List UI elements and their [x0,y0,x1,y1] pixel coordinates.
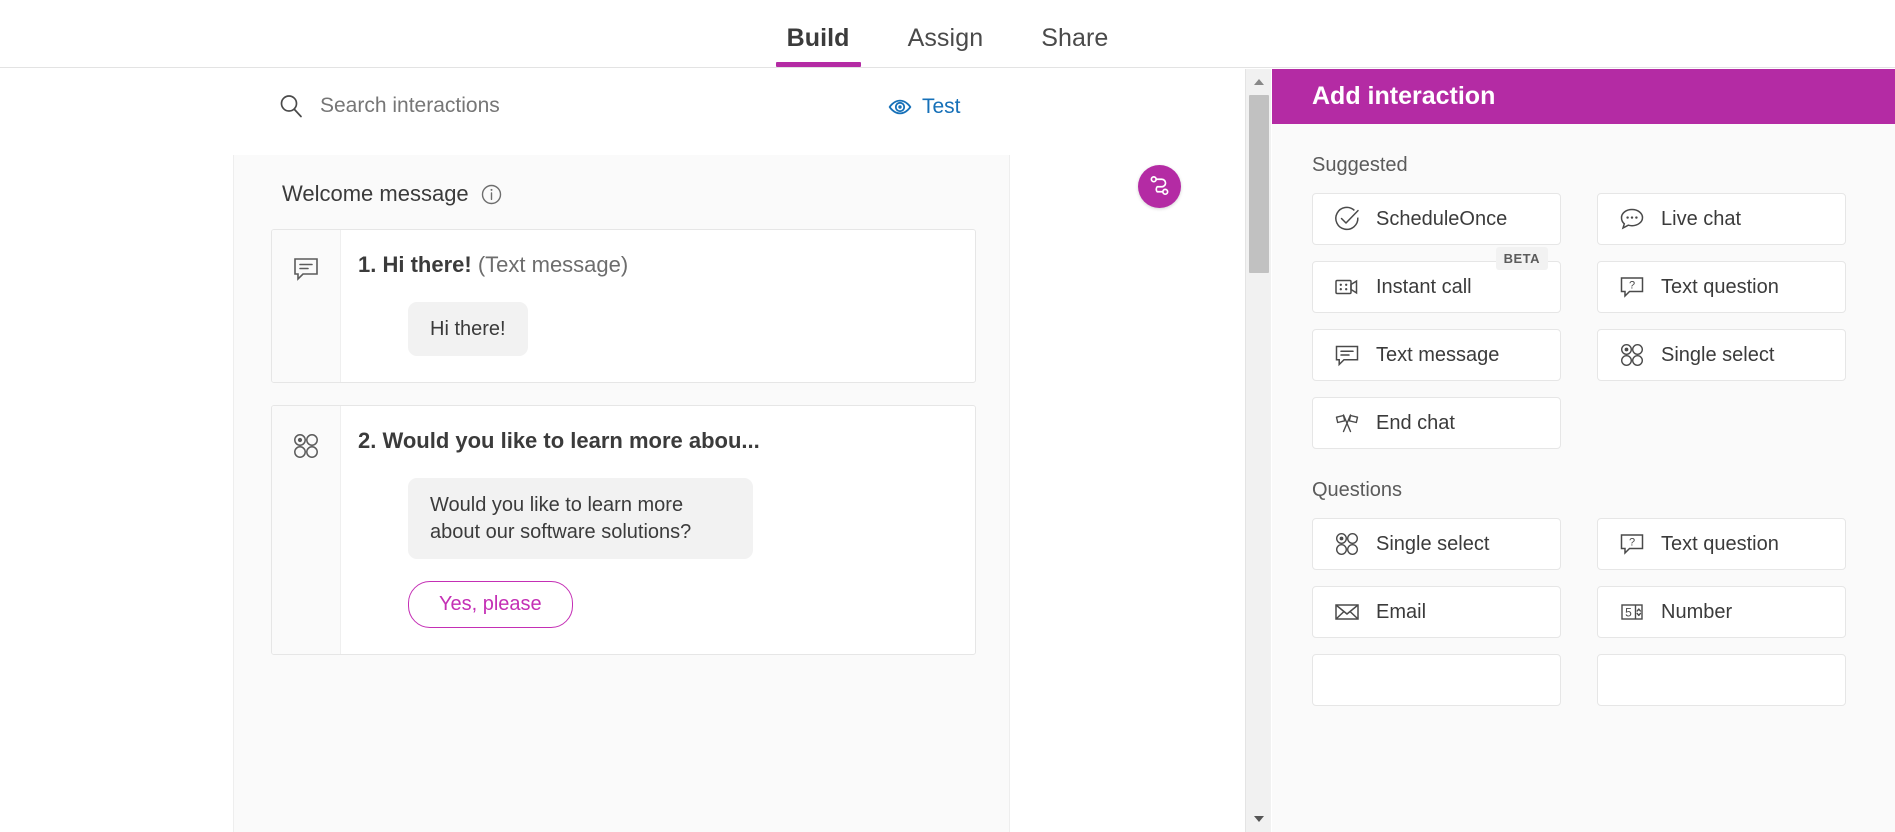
canvas-toolbar: Test [0,69,1245,139]
tile-single-select-suggested[interactable]: Single select [1597,329,1846,381]
tile-number[interactable]: 5 Number [1597,586,1846,638]
chat-bubble: Hi there! [408,302,528,356]
tile-live-chat[interactable]: Live chat [1597,193,1846,245]
eye-icon [888,95,912,119]
tile-label: Text question [1661,276,1779,299]
tile-text-message[interactable]: Text message [1312,329,1561,381]
card-body: 1. Hi there! (Text message) Hi there! [341,230,975,382]
tile-text-question[interactable]: ? Text question [1597,518,1846,570]
add-interaction-panel: Add interaction Suggested ScheduleOnce [1272,69,1895,832]
text-message-icon [1333,341,1361,369]
tile-label: Number [1661,601,1732,624]
build-work-area: Test Welcome message [0,69,1245,832]
envelope-icon [1333,598,1361,626]
tile-instant-call[interactable]: BETA Instant call [1312,261,1561,313]
triangle-down-icon [1253,810,1265,828]
card-title-name: 1. Hi there! [358,252,472,277]
tile-end-chat[interactable]: End chat [1312,397,1561,449]
top-tab-bar: Build Assign Share [0,0,1895,68]
video-call-icon [1333,273,1361,301]
tile-text-question-suggested[interactable]: ? Text question [1597,261,1846,313]
tab-build-label: Build [787,24,850,52]
tab-share[interactable]: Share [1012,24,1137,67]
tab-share-label: Share [1041,24,1108,52]
card-title-name: 2. Would you like to learn more abou... [358,428,760,453]
card-icon-column [272,230,341,382]
interaction-card-1[interactable]: 1. Hi there! (Text message) Hi there! [271,229,976,383]
search-input[interactable] [320,94,740,118]
tab-assign-label: Assign [908,24,984,52]
svg-text:?: ? [1629,537,1635,549]
tile-label: Single select [1376,533,1489,556]
chat-dots-icon [1618,205,1646,233]
section-label-suggested: Suggested [1272,124,1895,177]
question-bubble-icon: ? [1618,530,1646,558]
tile-label: Instant call [1376,276,1472,299]
tile-scheduleonce[interactable]: ScheduleOnce [1312,193,1561,245]
beta-badge: BETA [1496,247,1548,270]
crossed-flags-icon [1333,409,1361,437]
interaction-canvas: Welcome message [233,155,1010,832]
tab-list: Build Assign Share [758,24,1138,67]
test-label: Test [922,95,961,119]
tile-email[interactable]: Email [1312,586,1561,638]
card-body: 2. Would you like to learn more abou... … [341,406,975,654]
panel-title: Add interaction [1312,82,1495,111]
search-icon [278,93,304,119]
tile-label: Text message [1376,344,1499,367]
single-select-icon [1333,530,1361,558]
questions-tile-grid: Single select ? Text question Email [1272,502,1895,706]
number-stepper-icon: 5 [1618,598,1646,626]
panel-header: Add interaction [1272,69,1895,124]
card-title: 1. Hi there! (Text message) [358,252,955,278]
tile-next-row-right[interactable] [1597,654,1846,706]
test-button[interactable]: Test [888,95,961,119]
tile-single-select-question[interactable]: Single select [1312,518,1561,570]
tile-label: Single select [1661,344,1774,367]
text-message-icon [291,255,321,382]
choice-option-button[interactable]: Yes, please [408,581,573,628]
single-select-icon [1618,341,1646,369]
search-interactions[interactable] [278,93,740,119]
suggested-tile-grid: ScheduleOnce Live chat BETA [1272,177,1895,449]
svg-text:5: 5 [1625,606,1632,620]
triangle-up-icon [1253,73,1265,91]
section-label-questions: Questions [1272,449,1895,502]
flow-view-button[interactable] [1138,165,1181,208]
canvas-scrollbar[interactable] [1245,69,1271,832]
canvas-header: Welcome message [234,155,1009,207]
chat-bubble: Would you like to learn more about our s… [408,478,753,559]
tile-label: ScheduleOnce [1376,208,1507,231]
card-type-label: (Text message) [478,252,628,277]
scrollbar-down-arrow[interactable] [1246,808,1272,830]
card-icon-column [272,406,341,654]
single-select-icon [291,431,321,654]
question-bubble-icon: ? [1618,273,1646,301]
tab-assign[interactable]: Assign [879,24,1013,67]
interaction-card-2[interactable]: 2. Would you like to learn more abou... … [271,405,976,655]
tile-label: End chat [1376,412,1455,435]
check-circle-icon [1333,205,1361,233]
card-title: 2. Would you like to learn more abou... [358,428,955,454]
info-circle-icon[interactable] [481,184,502,205]
tile-next-row-left[interactable] [1312,654,1561,706]
flow-path-icon [1147,173,1172,201]
tab-build[interactable]: Build [758,24,879,67]
tile-label: Email [1376,601,1426,624]
tile-label: Text question [1661,533,1779,556]
scrollbar-up-arrow[interactable] [1246,71,1272,93]
canvas-title: Welcome message [282,181,469,207]
svg-text:?: ? [1629,280,1635,292]
scrollbar-thumb[interactable] [1249,95,1269,273]
tile-label: Live chat [1661,208,1741,231]
